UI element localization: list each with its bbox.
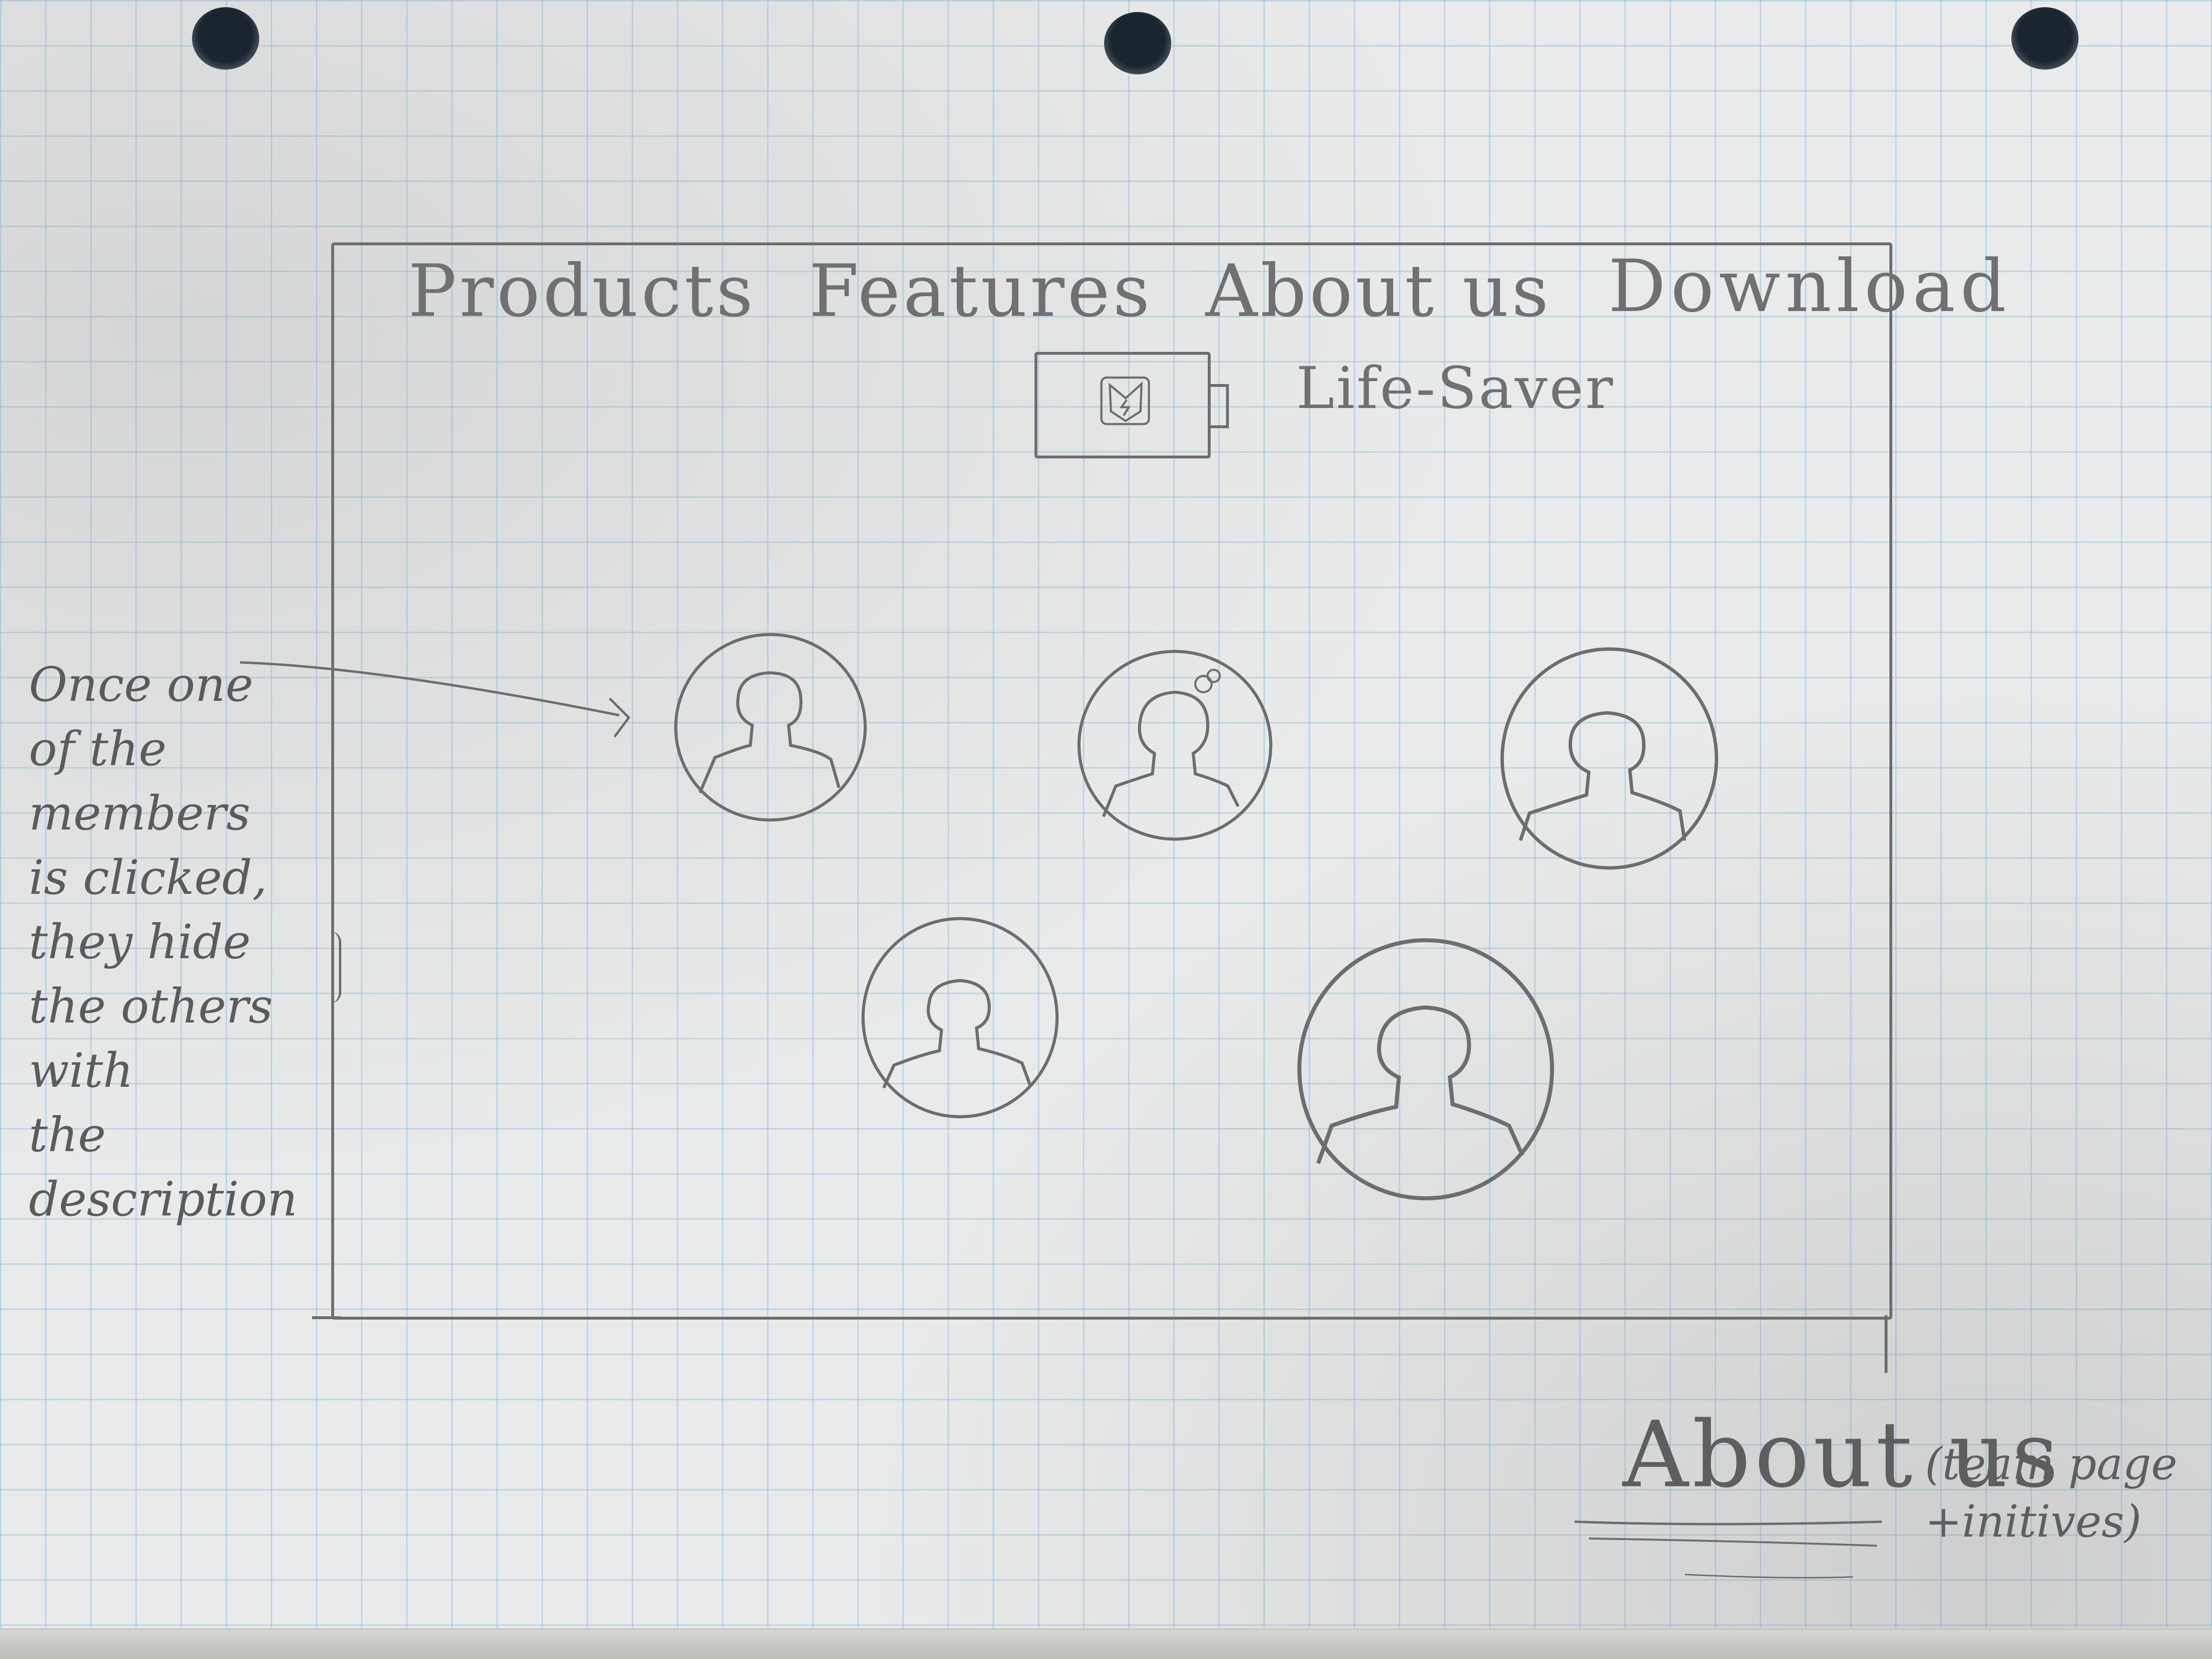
annotation-line: the description [29,1108,298,1227]
underline-strokes [1574,1520,1882,1579]
annotation-line: the others with [29,979,273,1098]
download-button[interactable]: Download [1608,245,2011,328]
page-note: (team page +initives) [1925,1435,2177,1551]
person-icon [861,917,1059,1118]
page-note-line: +initives) [1925,1496,2142,1547]
punch-hole [2011,7,2079,70]
paper-edge [0,1628,2212,1659]
punch-hole [1104,12,1171,74]
team-member-avatar[interactable] [1495,641,1723,876]
nav-about-us-link[interactable]: About us [1205,250,1551,333]
team-member-avatar[interactable] [857,912,1063,1123]
team-member-avatar[interactable] [1073,636,1277,854]
page-note-line: (team page [1925,1438,2177,1490]
annotation-note: Once one of the members is clicked, they… [29,653,346,1232]
brand-name: Life-Saver [1296,355,1615,422]
annotation-line: of the members [29,722,251,841]
annotation-line: Once one [29,658,253,712]
annotation-line: is clicked, [29,851,267,905]
person-icon [1500,647,1719,870]
frame-line [1885,1315,1887,1373]
nav-features-link[interactable]: Features [809,250,1153,333]
punch-hole [192,7,259,70]
heart-bolt-icon [1100,376,1150,425]
nav-products-link[interactable]: Products [408,250,756,333]
main-nav: Products Features About us [408,250,1551,333]
person-icon [674,633,867,822]
person-icon [1077,649,1273,841]
person-icon [1297,938,1554,1201]
team-member-avatar[interactable] [1291,929,1560,1210]
battery-tip [1208,384,1229,428]
annotation-line: they hide [29,915,251,970]
team-member-avatar[interactable] [667,626,874,828]
annotation-bracket [330,931,341,1003]
frame-line [312,1316,341,1319]
